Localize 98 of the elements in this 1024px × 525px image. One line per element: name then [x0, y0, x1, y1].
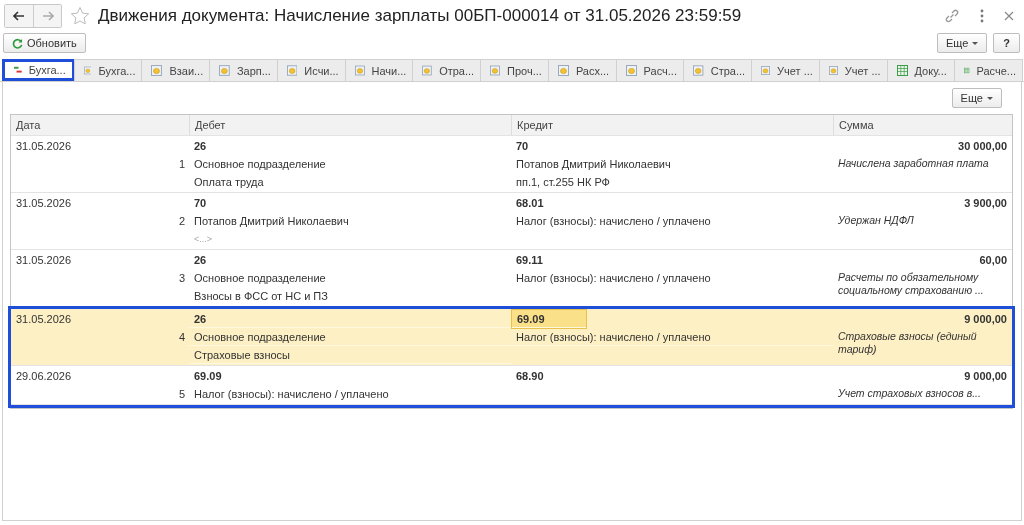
- table-cell: 26: [189, 310, 511, 328]
- coins-icon: [761, 65, 771, 76]
- table-cell-text: 26: [193, 253, 208, 268]
- table-row[interactable]: 29.06.2026 5 69.09 Налог (взносы): начислено / уплачено 68.90 9 000,00 Учет страховых взносов в...: [11, 366, 1012, 405]
- table-cell-text: 1: [177, 157, 186, 172]
- column-header: Дебет: [189, 115, 511, 135]
- coins-icon: [828, 65, 838, 76]
- tab[interactable]: Взаи...: [141, 59, 211, 81]
- close-icon[interactable]: [1004, 11, 1014, 21]
- table-cell: Основное подразделение: [189, 328, 511, 346]
- caret-icon: [987, 96, 993, 100]
- tab[interactable]: Отра...: [412, 59, 482, 81]
- table-cell-text: 4: [177, 330, 186, 345]
- back-button[interactable]: [5, 5, 33, 27]
- coins-icon: [557, 65, 569, 76]
- tab[interactable]: Расче...: [954, 59, 1023, 81]
- column-header: Кредит: [511, 115, 833, 135]
- table-cell-text: Потапов Дмитрий Николаевич: [193, 214, 350, 229]
- star-icon[interactable]: [70, 6, 90, 26]
- coins-icon: [693, 65, 704, 76]
- table-row[interactable]: 31.05.2026 2 70 Потапов Дмитрий Николаевич <...> 68.01 Налог (взносы): начислено / уплачено 3 900,00 Удержан НДФЛ: [11, 193, 1012, 250]
- table-cell-text: 9 000,00: [963, 312, 1008, 327]
- table-cell-text: 69.09: [193, 369, 223, 384]
- table-cell-text: Основное подразделение: [193, 157, 327, 172]
- coins-icon: [151, 65, 163, 76]
- table-cell-text: Начислена заработная плата: [837, 156, 990, 171]
- table-cell-text: 70: [193, 196, 208, 211]
- table-row[interactable]: 31.05.2026 1 26 Основное подразделение Оплата труда 70 Потапов Дмитрий Николаевич пп.1, ст.255 НК РФ 30 000,00 Начислена заработная плата: [11, 136, 1012, 193]
- table-cell-text: 31.05.2026: [15, 139, 73, 154]
- table-cell-text: 31.05.2026: [15, 312, 73, 327]
- table-cell-text: 30 000,00: [957, 139, 1008, 154]
- tab[interactable]: Учет ...: [751, 59, 820, 81]
- coins-icon: [625, 65, 637, 76]
- tab[interactable]: Зарп...: [209, 59, 278, 81]
- table-row[interactable]: 31.05.2026 4 26 Основное подразделение Страховые взносы 69.09 Налог (взносы): начислено / уплачено 9 000,00 Страховые взносы (единый тариф): [11, 309, 1012, 366]
- tab[interactable]: Исчи...: [276, 59, 346, 81]
- table-cell-text: 5: [177, 387, 186, 402]
- coins-icon: [219, 65, 230, 76]
- table-cell-text: Взносы в ФСС от НС и ПЗ: [193, 289, 329, 304]
- table-cell-text: 69.11: [515, 253, 544, 268]
- coins-icon: [490, 65, 501, 76]
- tab[interactable]: Доку...: [886, 59, 956, 81]
- table-cell-text: Страховые взносы (единый тариф): [837, 329, 978, 357]
- table-row[interactable]: 31.05.2026 3 26 Основное подразделение Взносы в ФСС от НС и ПЗ 69.11 Налог (взносы): начислено / уплачено 60,00 Расчеты по обязательному социальному страхованию ...: [11, 250, 1012, 307]
- table-cell-text: Удержан НДФЛ: [837, 213, 915, 228]
- table-cell-text: пп.1, ст.255 НК РФ: [515, 175, 611, 190]
- refresh-button[interactable]: Обновить: [3, 33, 86, 53]
- table-cell-text: 70: [515, 139, 530, 154]
- coins-icon: [354, 65, 365, 76]
- refresh-icon: [12, 37, 23, 49]
- link-icon[interactable]: [944, 8, 960, 24]
- table-cell-text: 68.90: [515, 369, 545, 384]
- table-cell: Налог (взносы): начислено / уплачено: [511, 328, 833, 346]
- table-cell-text: 3: [177, 271, 186, 286]
- tab[interactable]: Бухга...: [73, 59, 143, 81]
- table-cell-text: 68.01: [515, 196, 545, 211]
- tab[interactable]: Расч...: [615, 59, 685, 81]
- caret-icon: [972, 41, 979, 45]
- tab[interactable]: Расх...: [547, 59, 617, 81]
- table-cell-text: Оплата труда: [193, 175, 265, 190]
- debit-credit-icon: [14, 64, 22, 76]
- tab[interactable]: Учет ...: [818, 59, 888, 81]
- table-cell-text: 31.05.2026: [15, 196, 73, 211]
- help-button[interactable]: ?: [993, 33, 1020, 53]
- more-button[interactable]: Еще: [936, 33, 988, 53]
- table-cell-text: <...>: [193, 233, 213, 246]
- right-arrow-icon: [41, 11, 54, 21]
- more-button[interactable]: Еще: [951, 88, 1002, 108]
- table-cell-text: Налог (взносы): начислено / уплачено: [515, 214, 712, 229]
- table-cell-text: Расчеты по обязательному социальному страхованию ...: [837, 270, 985, 298]
- left-arrow-icon: [13, 11, 25, 21]
- column-header: Дата: [15, 118, 42, 133]
- table-cell-text: Налог (взносы): начислено / уплачено: [515, 271, 712, 286]
- column-header: Сумма: [833, 115, 1012, 135]
- table-cell-text: 31.05.2026: [15, 253, 73, 268]
- table-cell-text: Основное подразделение: [193, 271, 327, 286]
- grid-icon: [964, 65, 970, 76]
- table-cell-text: 9 000,00: [963, 369, 1008, 384]
- tab[interactable]: Бухга...: [2, 59, 75, 81]
- table-cell-text: 3 900,00: [963, 196, 1008, 211]
- tab[interactable]: Проч...: [480, 59, 549, 81]
- table-cell-text: 2: [177, 214, 186, 229]
- tab[interactable]: Стра...: [683, 59, 753, 81]
- coins-icon: [83, 65, 92, 76]
- window-title: Движения документа: Начисление зарплаты 00БП-000014 от 31.05.2026 23:59:59: [98, 6, 743, 26]
- coins-icon: [286, 65, 298, 76]
- table-cell-text: Учет страховых взносов в...: [837, 386, 982, 401]
- table-cell: 69.09: [512, 310, 586, 328]
- table-cell-text: Налог (взносы): начислено / уплачено: [193, 387, 390, 402]
- table-cell-text: 29.06.2026: [15, 369, 73, 384]
- table-cell-text: 26: [193, 139, 208, 154]
- coins-icon: [422, 65, 433, 76]
- more-icon[interactable]: [980, 9, 984, 23]
- table-cell-text: 60,00: [978, 253, 1008, 268]
- table-cell-text: Потапов Дмитрий Николаевич: [515, 157, 672, 172]
- tab[interactable]: Начи...: [344, 59, 414, 81]
- table-cell: Страховые взносы: [189, 346, 511, 364]
- grid-icon: [896, 65, 908, 76]
